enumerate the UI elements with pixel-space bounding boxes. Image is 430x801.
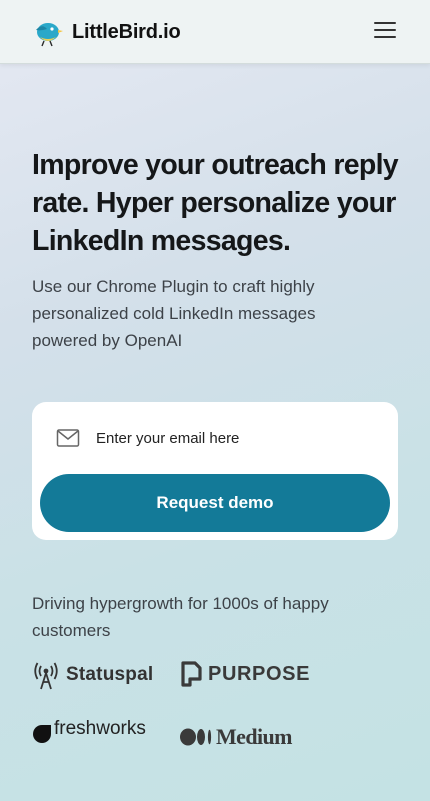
customer-logo-freshworks: freshworks: [32, 718, 146, 744]
brand-name: LittleBird.io: [72, 20, 181, 43]
customer-logo-medium: Medium: [180, 724, 292, 750]
freshworks-name: freshworks: [54, 718, 146, 739]
hamburger-menu-icon[interactable]: [372, 22, 398, 42]
email-field-row: [56, 426, 376, 450]
brand-logo[interactable]: LittleBird.io: [32, 16, 181, 48]
bird-logo-icon: [36, 23, 63, 47]
purpose-name: PURPOSE: [208, 662, 311, 685]
envelope-icon: [56, 429, 80, 447]
medium-name: Medium: [216, 724, 292, 749]
purpose-logo-icon: [181, 661, 202, 687]
customers-heading: Driving hypergrowth for 1000s of happy c…: [32, 594, 329, 640]
customer-logo-purpose: PURPOSE: [180, 660, 310, 688]
demo-request-form: Request demo: [32, 402, 398, 540]
signal-tower-icon: [34, 662, 58, 690]
site-header: LittleBird.io: [0, 0, 430, 64]
email-input[interactable]: [96, 429, 376, 447]
hero-title: Improve your outreach reply rate. Hyper …: [32, 149, 399, 257]
freshworks-logo-icon: [33, 725, 51, 743]
customer-logo-statuspal: Statuspal: [34, 660, 153, 690]
hero-subtitle: Use our Chrome Plugin to craft highly pe…: [32, 277, 316, 350]
medium-logo-icon: [180, 728, 212, 746]
statuspal-name: Statuspal: [66, 664, 154, 685]
request-demo-button[interactable]: Request demo: [40, 474, 390, 532]
